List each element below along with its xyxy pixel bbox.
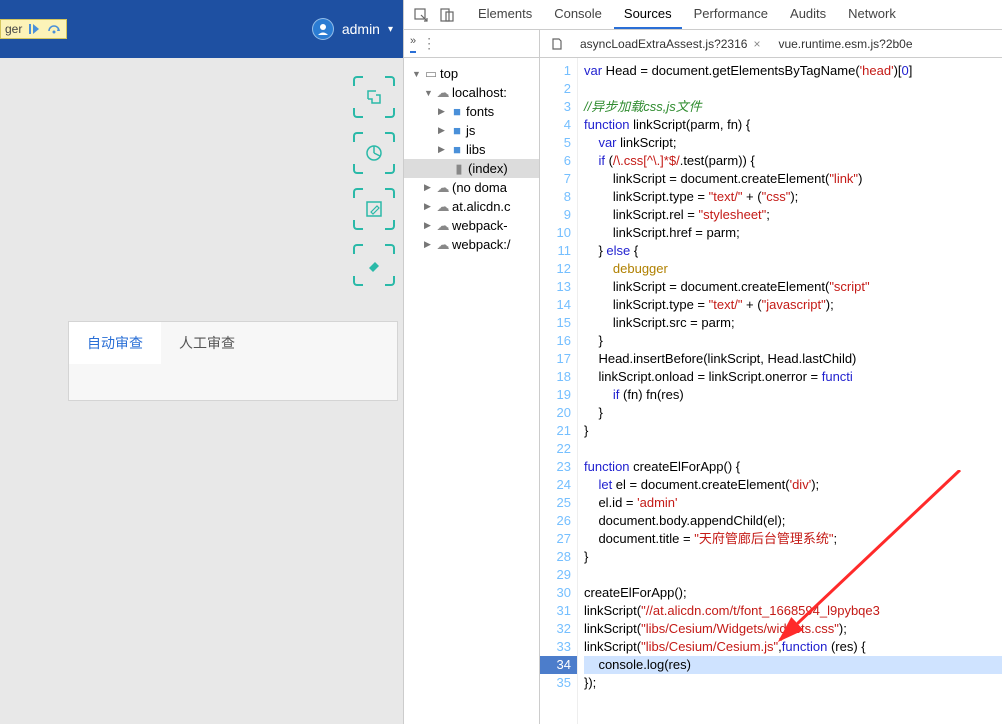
nav-options-icon[interactable]: ⋮	[422, 35, 436, 52]
file-tab-1-label: asyncLoadExtraAssest.js?2316	[580, 37, 747, 51]
app-header: ger admin ▾	[0, 0, 403, 58]
nav-index[interactable]: ▮(index)	[404, 159, 539, 178]
ruler-icon	[353, 76, 395, 118]
cloud-icon: ☁	[436, 219, 450, 233]
folder-icon: ■	[450, 143, 464, 157]
line-gutter: 1234567891011121314151617181920212223242…	[540, 58, 578, 724]
avatar-icon	[312, 18, 334, 40]
user-menu[interactable]: admin ▾	[312, 18, 393, 40]
tab-manual-review[interactable]: 人工审查	[161, 322, 253, 364]
nav-fonts[interactable]: ▶■fonts	[404, 102, 539, 121]
resume-icon[interactable]	[26, 22, 42, 36]
tool-erase[interactable]	[353, 244, 395, 286]
tab-auto-review[interactable]: 自动审查	[69, 322, 161, 364]
nav-libs[interactable]: ▶■libs	[404, 140, 539, 159]
nav-webpack1[interactable]: ▶☁webpack-	[404, 216, 539, 235]
file-tab-1[interactable]: asyncLoadExtraAssest.js?2316 ×	[574, 33, 766, 55]
tool-pie[interactable]	[353, 132, 395, 174]
cloud-icon: ☁	[436, 181, 450, 195]
nav-no-domain[interactable]: ▶☁(no doma	[404, 178, 539, 197]
nav-localhost[interactable]: ▼☁localhost:	[404, 83, 539, 102]
admin-name: admin	[342, 21, 380, 37]
nav-js[interactable]: ▶■js	[404, 121, 539, 140]
tab-elements[interactable]: Elements	[468, 0, 542, 29]
file-icon: ▮	[452, 162, 466, 176]
eraser-icon	[353, 244, 395, 286]
chevron-down-icon: ▾	[388, 24, 393, 35]
nav-toggle-area: » ⋮	[404, 30, 540, 57]
file-tab-2[interactable]: vue.runtime.esm.js?2b0e	[772, 33, 918, 55]
app-body: 自动审查 人工审查	[0, 58, 403, 724]
review-panel: 自动审查 人工审查	[68, 321, 398, 401]
tool-edit[interactable]	[353, 188, 395, 230]
inspect-icon[interactable]	[410, 4, 432, 26]
file-navigator: ▼▭top ▼☁localhost: ▶■fonts ▶■js ▶■libs ▮…	[404, 58, 540, 724]
nav-top[interactable]: ▼▭top	[404, 64, 539, 83]
tab-sources[interactable]: Sources	[614, 0, 682, 29]
nav-webpack2[interactable]: ▶☁webpack:/	[404, 235, 539, 254]
tool-measure[interactable]	[353, 76, 395, 118]
close-icon[interactable]: ×	[753, 37, 760, 51]
tab-performance[interactable]: Performance	[684, 0, 778, 29]
tab-console[interactable]: Console	[544, 0, 612, 29]
code-editor[interactable]: 1234567891011121314151617181920212223242…	[540, 58, 1002, 724]
folder-icon: ■	[450, 124, 464, 138]
devtools-subbar: » ⋮ asyncLoadExtraAssest.js?2316 × vue.r…	[404, 30, 1002, 58]
cloud-icon: ☁	[436, 200, 450, 214]
devtools-main: ▼▭top ▼☁localhost: ▶■fonts ▶■js ▶■libs ▮…	[404, 58, 1002, 724]
tab-audits[interactable]: Audits	[780, 0, 836, 29]
folder-icon: ■	[450, 105, 464, 119]
window-icon: ▭	[424, 67, 438, 81]
pie-icon	[353, 132, 395, 174]
debugger-paused-badge: ger	[0, 19, 67, 39]
review-tabs: 自动审查 人工审查	[69, 322, 397, 364]
devtools-topbar: Elements Console Sources Performance Aud…	[404, 0, 1002, 30]
open-file-tabs: asyncLoadExtraAssest.js?2316 × vue.runti…	[540, 33, 1002, 55]
tool-palette	[353, 76, 395, 286]
tab-network[interactable]: Network	[838, 0, 906, 29]
code-content: var Head = document.getElementsByTagName…	[578, 58, 1002, 724]
device-toggle-icon[interactable]	[436, 4, 458, 26]
step-over-icon[interactable]	[46, 22, 62, 36]
file-list-icon[interactable]	[546, 33, 568, 55]
cloud-icon: ☁	[436, 86, 450, 100]
cloud-icon: ☁	[436, 238, 450, 252]
file-tab-2-label: vue.runtime.esm.js?2b0e	[778, 37, 912, 51]
debugger-label: ger	[5, 22, 22, 36]
devtools-panel: Elements Console Sources Performance Aud…	[403, 0, 1002, 724]
collapse-nav-icon[interactable]: »	[410, 35, 416, 53]
nav-alicdn[interactable]: ▶☁at.alicdn.c	[404, 197, 539, 216]
devtools-tabs: Elements Console Sources Performance Aud…	[468, 0, 906, 29]
edit-icon	[353, 188, 395, 230]
